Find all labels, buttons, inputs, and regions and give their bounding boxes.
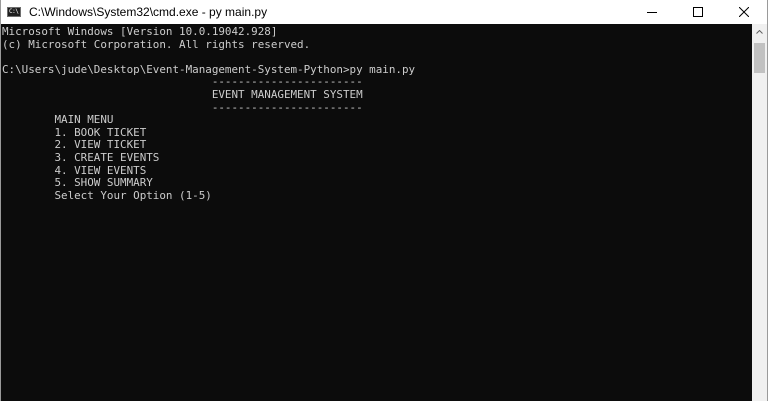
cmd-window: C:\ C:\Windows\System32\cmd.exe - py mai… bbox=[0, 0, 768, 401]
console-line: EVENT MANAGEMENT SYSTEM bbox=[2, 87, 363, 101]
scroll-up-button[interactable] bbox=[752, 24, 767, 40]
scroll-thumb[interactable] bbox=[754, 43, 765, 73]
window-title: C:\Windows\System32\cmd.exe - py main.py bbox=[29, 5, 268, 19]
minimize-button[interactable] bbox=[629, 0, 675, 24]
maximize-button[interactable] bbox=[675, 0, 721, 24]
minimize-icon bbox=[647, 12, 657, 13]
console-line: 1. BOOK TICKET bbox=[2, 125, 147, 139]
console-line: ----------------------- bbox=[2, 100, 363, 114]
console-line: (c) Microsoft Corporation. All rights re… bbox=[2, 37, 311, 51]
console-line: ----------------------- bbox=[2, 75, 363, 89]
console-line: 5. SHOW SUMMARY bbox=[2, 176, 153, 190]
console-line: 4. VIEW EVENTS bbox=[2, 163, 147, 177]
vertical-scrollbar[interactable] bbox=[752, 24, 767, 401]
maximize-icon bbox=[693, 7, 703, 17]
console-line: Microsoft Windows [Version 10.0.19042.92… bbox=[2, 25, 278, 38]
console-line: C:\Users\jude\Desktop\Event-Management-S… bbox=[2, 62, 416, 76]
console-output[interactable]: Microsoft Windows [Version 10.0.19042.92… bbox=[1, 24, 752, 401]
chevron-up-icon bbox=[756, 30, 763, 34]
console-line: Select Your Option (1-5) bbox=[2, 188, 212, 202]
close-icon bbox=[739, 7, 749, 17]
title-bar[interactable]: C:\ C:\Windows\System32\cmd.exe - py mai… bbox=[1, 0, 767, 24]
close-button[interactable] bbox=[721, 0, 767, 24]
cmd-icon[interactable]: C:\ bbox=[7, 7, 21, 17]
console-line: MAIN MENU bbox=[2, 113, 114, 127]
console-line: 3. CREATE EVENTS bbox=[2, 150, 160, 164]
cmd-icon-text: C:\ bbox=[9, 8, 19, 15]
console-line: 2. VIEW TICKET bbox=[2, 138, 147, 152]
console-text: Microsoft Windows [Version 10.0.19042.92… bbox=[1, 24, 752, 202]
